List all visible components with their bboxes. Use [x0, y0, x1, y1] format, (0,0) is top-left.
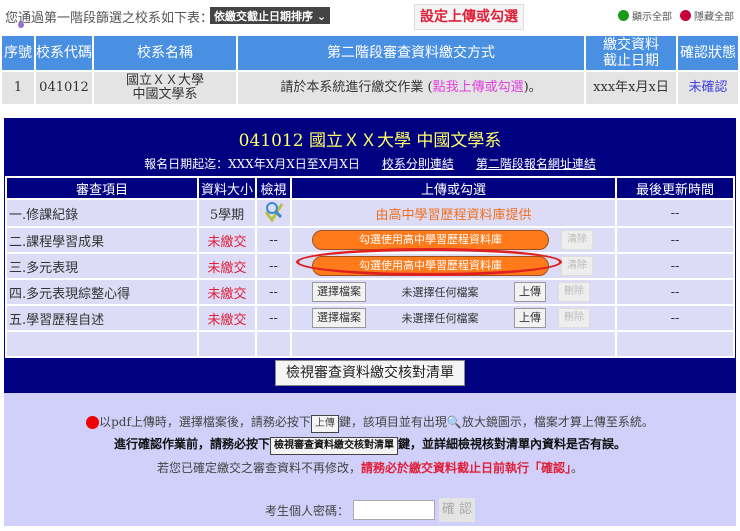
note-text: 。	[571, 461, 584, 475]
show-all-label: 顯示全部	[632, 12, 672, 23]
sort-select[interactable]: 依繳交截止日期排序 ⌄	[210, 7, 331, 24]
table-row: 一.修課紀錄 5學期 由高中學習歷程資料庫提供 --	[5, 198, 735, 228]
no-file-text: 未選擇任何檔案	[401, 312, 479, 325]
stage2-link[interactable]: 第二階段報名網址連結	[476, 157, 596, 171]
confirm-button[interactable]: 確 認	[439, 498, 475, 522]
school-name: 國立ＸＸ大學	[125, 73, 204, 88]
note-text: 進行確認作業前，請務必按下	[113, 437, 270, 451]
sort-label: 依繳交截止日期排序	[214, 10, 313, 23]
item-name: 三.多元表現	[5, 252, 199, 280]
dept-name: 中國文學系	[132, 87, 198, 102]
choose-file-button[interactable]: 選擇檔案	[312, 282, 366, 302]
notes-section: 以pdf上傳時，選擇檔案後，請務必按下 上傳 鍵，該項目並有出現🔍放大鏡圖示，檔案才…	[4, 393, 736, 526]
row-status: 未確認	[676, 70, 740, 106]
show-all-toggle[interactable]: 顯示全部	[618, 8, 672, 23]
updated: --	[615, 278, 735, 306]
provided-text: 由高中學習歷程資料庫提供	[290, 198, 617, 228]
checklist-key-label: 檢視審查資料繳交核對清單	[270, 437, 398, 455]
col-header: 第二階段審查資料繳交方式	[236, 34, 586, 72]
upload-link[interactable]: 點我上傳或勾選	[433, 80, 524, 95]
table-row: 1 041012 國立ＸＸ大學 中國文學系 請於本系統進行繳交作業 (點我上傳或勾…	[0, 70, 740, 106]
green-ball-icon	[618, 10, 629, 21]
set-upload-button[interactable]: 設定上傳或勾選	[414, 4, 524, 30]
hide-all-toggle[interactable]: 隱藏全部	[680, 8, 734, 23]
item-size: 未繳交	[197, 278, 257, 306]
item-size: 未繳交	[197, 252, 257, 280]
upload-key-label: 上傳	[310, 415, 339, 433]
no-file-text: 未選擇任何檔案	[401, 286, 479, 299]
row-name: 國立ＸＸ大學 中國文學系	[92, 70, 238, 106]
col-header: 校系名稱	[92, 34, 238, 72]
table-row: 四.多元表現綜整心得 未繳交 -- 選擇檔案 未選擇任何檔案 上傳 刪除 --	[5, 278, 735, 306]
red-dot-icon	[86, 416, 100, 429]
red-ball-icon	[680, 10, 691, 21]
note-text: 鍵，並詳細檢視核對清單內資料是否有誤。	[398, 437, 627, 451]
item-size: 5學期	[197, 198, 257, 228]
clear-button[interactable]: 清除	[561, 230, 593, 250]
summary-table: 序號 校系代碼 校系名稱 第二階段審查資料繳交方式 繳交資料 截止日期 確認狀態…	[0, 34, 740, 106]
period-text: 報名日期起迄：XXX年X月X日至X月X日	[144, 157, 360, 171]
magnifier-icon: 🔍	[446, 415, 462, 429]
password-label: 考生個人密碼：	[264, 503, 349, 518]
empty-row	[5, 330, 735, 358]
table-row: 五.學習歷程自述 未繳交 -- 選擇檔案 未選擇任何檔案 上傳 刪除 --	[5, 304, 735, 332]
col-header: 確認狀態	[676, 34, 740, 72]
col-header: 最後更新時間	[615, 176, 735, 200]
item-view: --	[255, 226, 292, 254]
item-name: 五.學習歷程自述	[5, 304, 199, 332]
upload-button[interactable]: 上傳	[514, 308, 546, 328]
row-code: 041012	[34, 70, 94, 106]
item-view: --	[255, 278, 292, 306]
choose-file-button[interactable]: 選擇檔案	[312, 308, 366, 328]
row-deadline: xxx年x月x日	[584, 70, 678, 106]
view-checklist-button[interactable]: 檢視審查資料繳交核對清單	[275, 360, 465, 386]
upload-button[interactable]: 上傳	[514, 282, 546, 302]
use-database-button[interactable]: 勾選使用高中學習歷程資料庫	[312, 230, 549, 250]
method-text: 請於本系統進行繳交作業 (	[280, 80, 433, 95]
clear-button[interactable]: 清除	[561, 256, 593, 276]
updated: --	[615, 304, 735, 332]
note-text: 若您已確定繳交之審查資料不再修改，	[156, 461, 361, 475]
rules-link[interactable]: 校系分則連結	[382, 157, 454, 171]
panel-title: 041012 國立ＸＸ大學 中國文學系	[238, 131, 502, 151]
note-text: 以pdf上傳時，選擇檔案後，請務必按下	[99, 415, 311, 429]
delete-button[interactable]: 刪除	[558, 308, 590, 328]
col-header: 繳交資料 截止日期	[584, 34, 678, 72]
magnifier-icon[interactable]	[255, 198, 292, 228]
delete-button[interactable]: 刪除	[558, 282, 590, 302]
row-method: 請於本系統進行繳交作業 (點我上傳或勾選)。	[236, 70, 586, 106]
col-header: 上傳或勾選	[290, 176, 617, 200]
row-no: 1	[0, 70, 36, 106]
password-input[interactable]	[353, 500, 435, 520]
item-view: --	[255, 252, 292, 280]
updated: --	[615, 252, 735, 280]
updated: --	[615, 226, 735, 254]
note-warning: 請務必於繳交資料截止日前執行「確認」	[360, 461, 571, 475]
method-text-end: )。	[523, 80, 542, 95]
item-view: --	[255, 304, 292, 332]
item-name: 一.修課紀錄	[5, 198, 199, 228]
col-header: 校系代碼	[34, 34, 94, 72]
item-name: 二.課程學習成果	[5, 226, 199, 254]
updated: --	[615, 198, 735, 228]
hide-all-label: 隱藏全部	[694, 12, 734, 23]
top-bar: 您通過第一階段篩選之校系如下表： 依繳交截止日期排序 ⌄ 設定上傳或勾選 顯示全…	[0, 0, 740, 32]
col-header: 序號	[0, 34, 36, 72]
item-name: 四.多元表現綜整心得	[5, 278, 199, 306]
highlight-ellipse	[296, 248, 562, 276]
col-header: 資料大小	[197, 176, 257, 200]
item-size: 未繳交	[197, 304, 257, 332]
item-size: 未繳交	[197, 226, 257, 254]
col-header: 檢視	[255, 176, 292, 200]
note-text: 鍵，該項目並有出現	[338, 415, 447, 429]
dot-icon	[18, 22, 24, 28]
note-text: 放大鏡圖示，檔案才算上傳至系統。	[461, 415, 654, 429]
intro-text: 您通過第一階段篩選之校系如下表：	[5, 11, 214, 26]
col-header: 審查項目	[5, 176, 199, 200]
